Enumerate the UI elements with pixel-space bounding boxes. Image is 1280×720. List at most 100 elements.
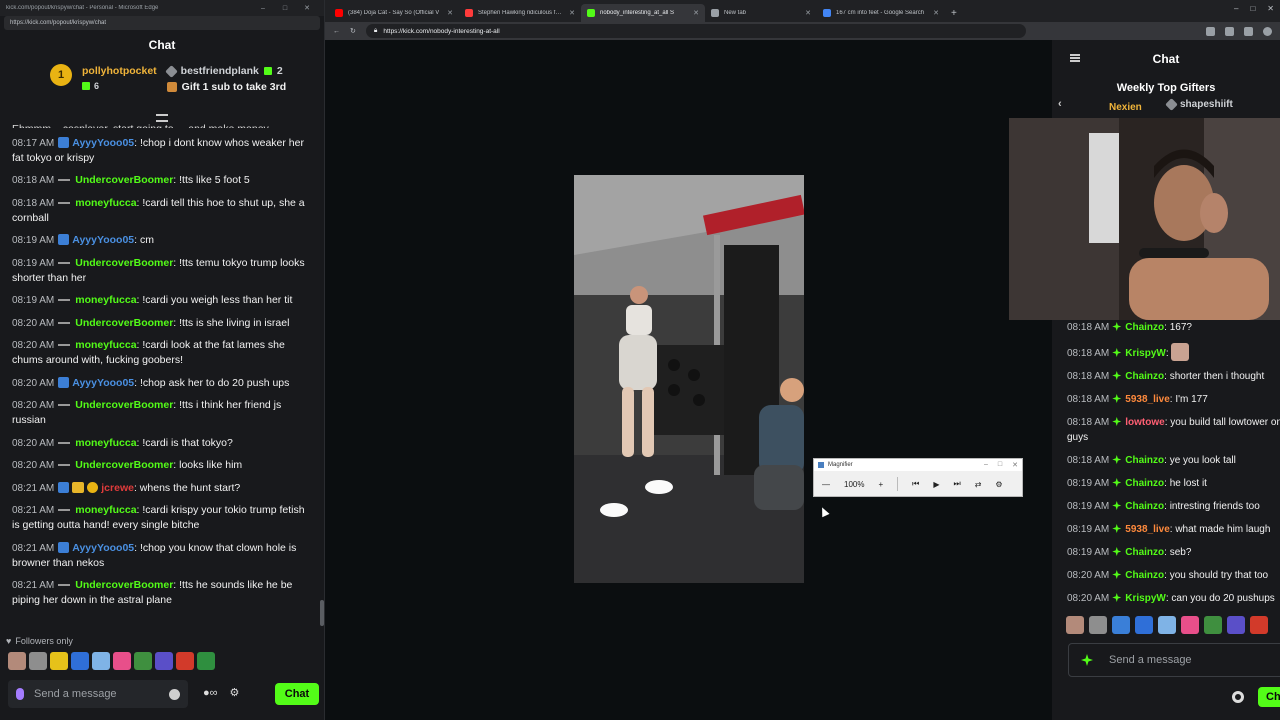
back-icon[interactable]: ← — [333, 28, 340, 35]
weekly-gifter-2[interactable]: shapeshiift — [1165, 98, 1233, 111]
message-username[interactable]: UndercoverBoomer — [75, 399, 173, 411]
emote-red-icon[interactable] — [176, 652, 194, 670]
emote-cat-icon[interactable] — [8, 652, 26, 670]
tab-close-icon[interactable]: ✕ — [569, 9, 575, 17]
emote-shes-the-one-icon[interactable] — [71, 652, 89, 670]
minimize-icon[interactable]: – — [1234, 4, 1238, 13]
extension-icon[interactable] — [1206, 26, 1215, 36]
collections-icon[interactable] — [1244, 26, 1253, 36]
message-username[interactable]: moneyfucca — [75, 197, 136, 209]
message-username[interactable]: KrispyW — [1125, 593, 1166, 604]
close-icon[interactable]: ✕ — [1267, 4, 1274, 13]
emote-w-icon[interactable] — [50, 652, 68, 670]
message-username[interactable]: lowtowe — [1125, 417, 1164, 428]
zoom-out-icon[interactable]: — — [822, 480, 830, 489]
message-username[interactable]: moneyfucca — [75, 504, 136, 516]
minimize-icon[interactable]: – — [252, 5, 274, 12]
message-username[interactable]: AyyyYooo05 — [72, 542, 134, 554]
maximize-icon[interactable]: □ — [1250, 4, 1255, 13]
browser-tab[interactable]: New tab ✕ — [705, 4, 817, 22]
emote-cat-icon[interactable] — [1066, 616, 1084, 634]
zoom-in-icon[interactable]: + — [878, 480, 883, 489]
url-input[interactable]: 🔒︎ https://kick.com/nobody-interesting-a… — [365, 24, 1026, 38]
message-username[interactable]: jcrewe — [101, 482, 134, 494]
message-username[interactable]: moneyfucca — [75, 437, 136, 449]
message-username[interactable]: Chainzo — [1125, 547, 1164, 558]
collapse-menu-icon[interactable] — [156, 114, 168, 122]
message-username[interactable]: Chainzo — [1125, 455, 1164, 466]
message-username[interactable]: KrispyW — [1125, 348, 1166, 359]
emote-cat2-icon[interactable] — [1089, 616, 1107, 634]
message-username[interactable]: moneyfucca — [75, 339, 136, 351]
chevron-left-icon[interactable]: ‹ — [1058, 98, 1062, 110]
emote-face-icon[interactable] — [155, 652, 173, 670]
next-icon[interactable]: ⏭ — [954, 479, 961, 489]
message-username[interactable]: AyyyYooo05 — [72, 377, 134, 389]
minimize-icon[interactable]: – — [984, 461, 988, 469]
emote-heart-pink-icon[interactable] — [1181, 616, 1199, 634]
message-username[interactable]: Chainzo — [1125, 501, 1164, 512]
popout-url-bar[interactable]: https://kick.com/popout/krispyw/chat — [4, 16, 320, 30]
tab-close-icon[interactable]: ✕ — [933, 9, 939, 17]
popout-scrollbar[interactable] — [320, 600, 324, 626]
browser-tab[interactable]: 167 cm into feet - Google Search ✕ — [817, 4, 945, 22]
message-username[interactable]: UndercoverBoomer — [75, 174, 173, 186]
video-player[interactable] — [574, 175, 804, 583]
stream-message-input[interactable]: Send a message — [1068, 643, 1280, 677]
emote-red-icon[interactable] — [1250, 616, 1268, 634]
gift-sub-cta[interactable]: Gift 1 sub to take 3rd — [182, 81, 286, 93]
emote-pepe-icon[interactable] — [1204, 616, 1222, 634]
emote-pepe-icon[interactable] — [134, 652, 152, 670]
browser-tab[interactable]: (384) Doja Cat - Say So (Official V ✕ — [329, 4, 459, 22]
popout-chat-button[interactable]: Chat — [275, 683, 319, 705]
tab-close-icon[interactable]: ✕ — [805, 9, 811, 17]
close-icon[interactable]: ✕ — [296, 4, 318, 12]
emoji-icon[interactable] — [169, 688, 180, 700]
gifter-1[interactable]: pollyhotpocket 6 — [82, 60, 157, 91]
emote-shes-the-one-icon[interactable] — [1135, 616, 1153, 634]
message-username[interactable]: Chainzo — [1125, 322, 1164, 333]
browser-tab[interactable]: Stephen Hawking ridiculous fake ✕ — [459, 4, 581, 22]
message-username[interactable]: 5938_live — [1125, 524, 1170, 535]
new-tab-button[interactable]: + — [945, 8, 963, 22]
weekly-gifter-1[interactable]: Nexien — [1109, 102, 1142, 113]
points-icon[interactable]: ●∞ — [203, 687, 218, 699]
refresh-icon[interactable]: ↻ — [350, 27, 356, 35]
gifter-2[interactable]: bestfriendplank 2 Gift 1 sub to take 3rd — [164, 64, 286, 93]
emote-goon-icon[interactable] — [197, 652, 215, 670]
maximize-icon[interactable]: □ — [998, 461, 1002, 469]
favorite-icon[interactable] — [1225, 26, 1234, 36]
stream-chat-button[interactable]: Ch — [1258, 687, 1280, 707]
previous-icon[interactable]: ⏮ — [912, 479, 919, 489]
message-username[interactable]: 5938_live — [1125, 394, 1170, 405]
maximize-icon[interactable]: □ — [274, 5, 296, 12]
mic-icon[interactable] — [16, 688, 24, 700]
settings-icon[interactable] — [1232, 691, 1244, 703]
message-username[interactable]: UndercoverBoomer — [75, 317, 173, 329]
message-username[interactable]: Chainzo — [1125, 478, 1164, 489]
magnifier-settings-icon[interactable]: ⚙ — [995, 480, 1002, 489]
tab-close-icon[interactable]: ✕ — [447, 9, 453, 17]
message-username[interactable]: AyyyYooo05 — [72, 137, 134, 149]
profile-icon[interactable] — [1263, 26, 1272, 36]
browser-tab[interactable]: nobody_interesting_at_all S ✕ — [581, 4, 705, 22]
close-icon[interactable]: ✕ — [1012, 461, 1018, 469]
message-username[interactable]: Chainzo — [1125, 570, 1164, 581]
message-username[interactable]: UndercoverBoomer — [75, 459, 173, 471]
read-from-here-icon[interactable]: ⇄ — [975, 480, 982, 489]
emote-heart-pink-icon[interactable] — [113, 652, 131, 670]
message-username[interactable]: moneyfucca — [75, 294, 136, 306]
emote-cat2-icon[interactable] — [29, 652, 47, 670]
play-icon[interactable]: ▶ — [933, 480, 939, 489]
message-username[interactable]: Chainzo — [1125, 371, 1164, 382]
emote-face-icon[interactable] — [1227, 616, 1245, 634]
settings-icon[interactable]: ⚙ — [230, 686, 240, 699]
message-username[interactable]: UndercoverBoomer — [75, 579, 173, 591]
message-username[interactable]: AyyyYooo05 — [72, 234, 134, 246]
emote-w-icon[interactable] — [1112, 616, 1130, 634]
message-username[interactable]: UndercoverBoomer — [75, 257, 173, 269]
emote-heart-blue-icon[interactable] — [1158, 616, 1176, 634]
tab-close-icon[interactable]: ✕ — [693, 9, 699, 17]
popout-message-input[interactable]: Send a message — [8, 680, 188, 708]
emote-heart-blue-icon[interactable] — [92, 652, 110, 670]
